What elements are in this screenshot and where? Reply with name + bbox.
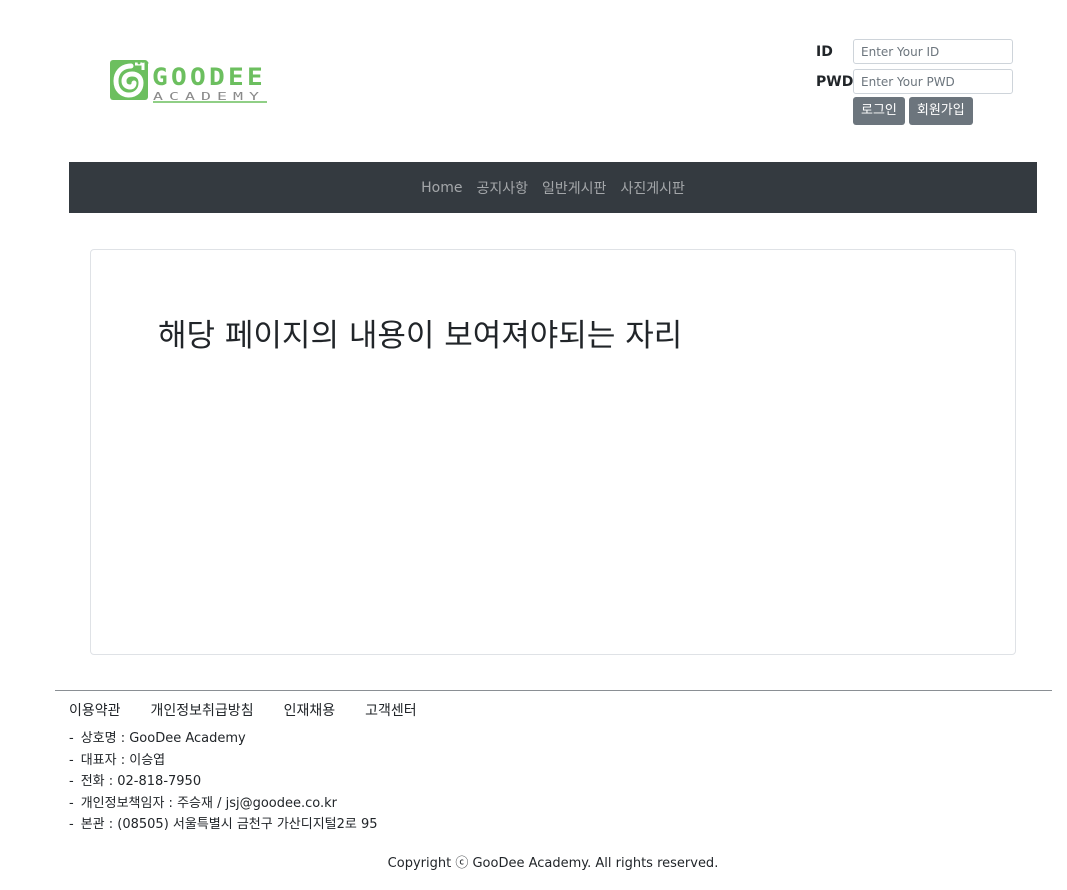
pwd-label: PWD <box>816 73 854 90</box>
logo-subtext: ACADEMY <box>153 90 265 103</box>
privacy-officer: 개인정보책임자 : 주승재 / jsj@goodee.co.kr <box>80 795 338 811</box>
phone-number: 전화 : 02-818-7950 <box>80 774 202 789</box>
content-card: 해당 페이지의 내용이 보여져야되는 자리 <box>90 249 1016 655</box>
login-form: ID PWD 로그인 회원가입 <box>816 37 1021 125</box>
nav-item-notice[interactable]: 공지사항 <box>470 178 536 198</box>
login-buttons: 로그인 회원가입 <box>853 97 1021 125</box>
goodee-logo-icon: GOODEE ACADEMY <box>110 60 267 103</box>
company-name: 상호명 : GooDee Academy <box>80 731 246 746</box>
signup-button[interactable]: 회원가입 <box>908 97 973 125</box>
id-label: ID <box>816 43 833 60</box>
footer-info-item: - 상호명 : GooDee Academy <box>69 731 246 746</box>
nav-item-photo-board[interactable]: 사진게시판 <box>613 178 691 198</box>
footer-link-careers[interactable]: 인재채용 <box>284 700 336 720</box>
footer-link-support[interactable]: 고객센터 <box>365 700 417 720</box>
footer-info-item: - 본관 : (08505) 서울특별시 금천구 가산디지털2로 95 <box>69 817 378 832</box>
copyright-text: Copyright ⓒ GooDee Academy. All rights r… <box>387 856 719 871</box>
footer-info-item: - 개인정보책임자 : 주승재 / jsj@goodee.co.kr <box>69 795 338 811</box>
footer-link-terms[interactable]: 이용약관 <box>69 700 121 720</box>
id-input[interactable] <box>853 39 1013 64</box>
nav-item-general-board[interactable]: 일반게시판 <box>535 178 613 198</box>
footer-company-info: - 상호명 : GooDee Academy - 대표자 : 이승엽 - 전화 : 0… <box>69 728 378 836</box>
id-row: ID <box>816 37 1021 66</box>
login-button[interactable]: 로그인 <box>853 97 905 125</box>
logo-text: GOODEE <box>152 63 266 91</box>
footer-divider <box>55 690 1052 691</box>
footer-link-privacy[interactable]: 개인정보취급방침 <box>151 700 254 720</box>
goodee-academy-logo[interactable]: GOODEE ACADEMY <box>109 58 271 104</box>
pwd-input[interactable] <box>853 69 1013 94</box>
footer-info-item: - 대표자 : 이승엽 <box>69 752 166 768</box>
ceo-name: 대표자 : 이승엽 <box>80 752 166 768</box>
address: 본관 : (08505) 서울특별시 금천구 가산디지털2로 95 <box>80 817 378 832</box>
main-navbar: Home 공지사항 일반게시판 사진게시판 <box>69 162 1037 213</box>
nav-item-home[interactable]: Home <box>414 180 469 196</box>
footer-links: 이용약관 개인정보취급방침 인재채용 고객센터 <box>69 700 447 720</box>
footer-info-item: - 전화 : 02-818-7950 <box>69 774 202 789</box>
pwd-row: PWD <box>816 67 1021 96</box>
content-placeholder-text: 해당 페이지의 내용이 보여져야되는 자리 <box>158 318 683 354</box>
